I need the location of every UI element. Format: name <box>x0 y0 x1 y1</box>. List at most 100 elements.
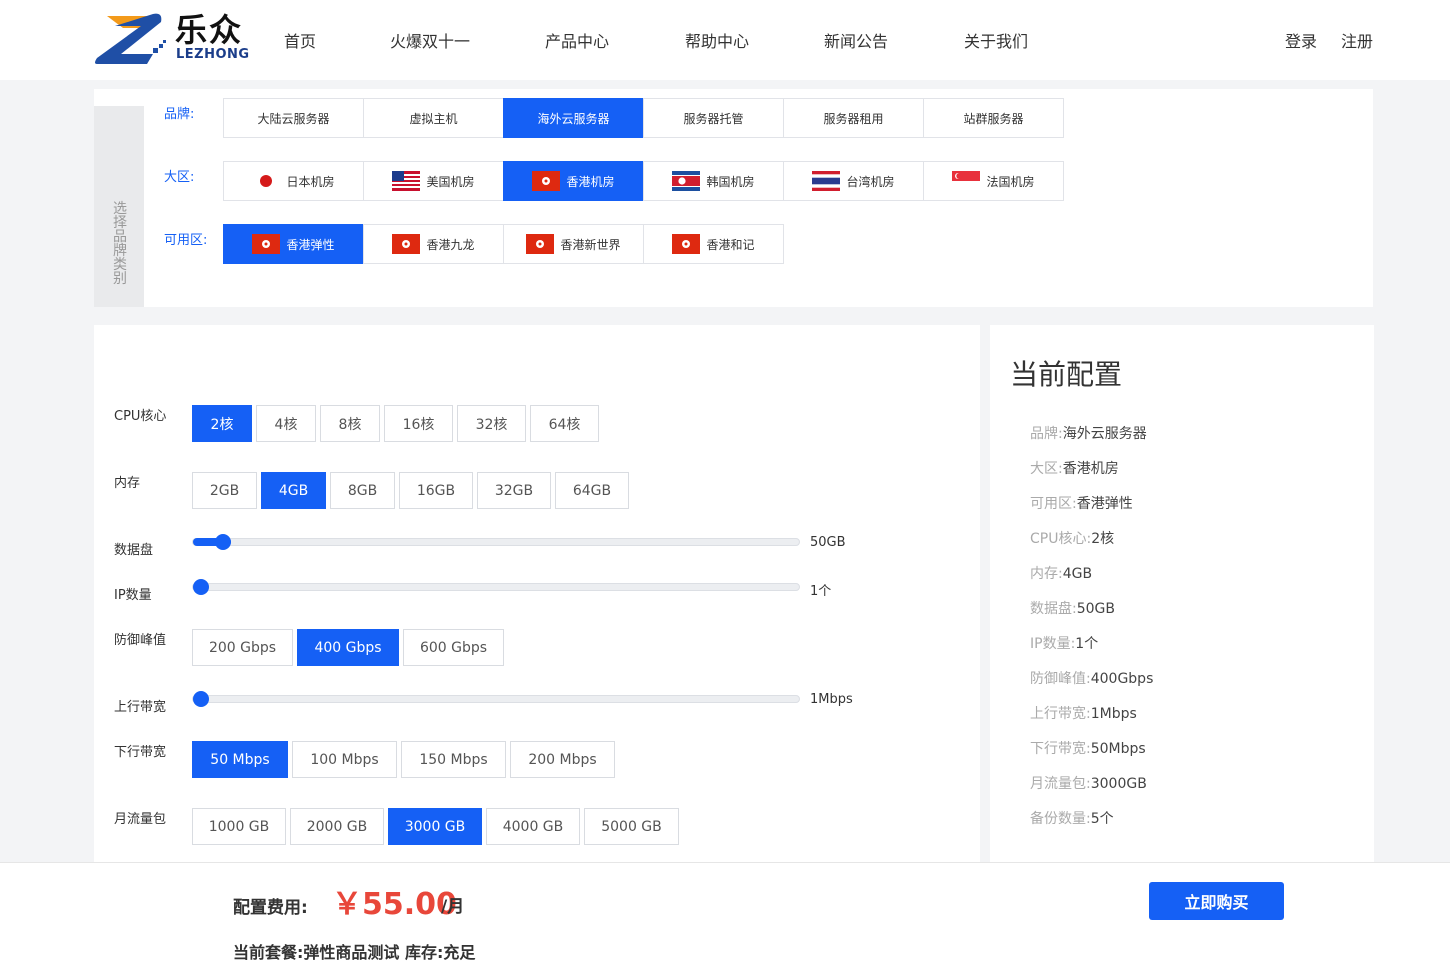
memory-option[interactable]: 4GB <box>261 472 326 509</box>
defense-option[interactable]: 600 Gbps <box>403 629 504 666</box>
region-option[interactable]: 日本机房 <box>223 161 364 201</box>
zone-option[interactable]: 香港新世界 <box>503 224 644 264</box>
nav-news[interactable]: 新闻公告 <box>824 28 888 52</box>
brand-option[interactable]: 服务器租用 <box>783 98 924 138</box>
cpu-option[interactable]: 2核 <box>192 405 252 442</box>
summary-key: 内存: <box>1030 566 1063 582</box>
region-option[interactable]: 香港机房 <box>503 161 644 201</box>
summary-key: 下行带宽: <box>1030 741 1091 757</box>
memory-label: 内存 <box>114 476 141 491</box>
disk-value: 50GB <box>810 535 846 550</box>
brand-option[interactable]: 服务器托管 <box>643 98 784 138</box>
jp-flag-icon <box>252 171 281 191</box>
brand-label: 品牌: <box>164 107 195 122</box>
disk-label: 数据盘 <box>114 543 154 558</box>
traffic-option[interactable]: 5000 GB <box>584 808 679 845</box>
region-option[interactable]: 法国机房 <box>923 161 1064 201</box>
zone-options: 香港弹性 香港九龙 香港新世界 香港和记 <box>223 224 784 264</box>
memory-option[interactable]: 8GB <box>330 472 395 509</box>
region-option[interactable]: 台湾机房 <box>783 161 924 201</box>
nav-products[interactable]: 产品中心 <box>545 28 609 52</box>
region-option-label: 日本机房 <box>286 174 335 189</box>
summary-key: 月流量包: <box>1030 776 1091 792</box>
zone-option[interactable]: 香港弹性 <box>223 224 364 264</box>
brand-option[interactable]: 海外云服务器 <box>503 98 644 138</box>
memory-option[interactable]: 64GB <box>555 472 629 509</box>
disk-slider-thumb[interactable] <box>215 534 231 550</box>
current-config-panel: 当前配置 品牌:海外云服务器 大区:香港机房 可用区:香港弹性 CPU核心:2核… <box>990 325 1374 865</box>
region-option-label: 韩国机房 <box>706 174 755 189</box>
ip-slider-thumb[interactable] <box>193 579 209 595</box>
th-flag-icon <box>812 171 841 191</box>
download-label: 下行带宽 <box>114 745 167 760</box>
cpu-options: 2核 4核 8核 16核 32核 64核 <box>192 405 603 442</box>
nav-help[interactable]: 帮助中心 <box>685 28 749 52</box>
defense-option[interactable]: 400 Gbps <box>297 629 399 666</box>
summary-key: 备份数量: <box>1030 811 1091 827</box>
summary-value: 1Mbps <box>1090 706 1137 722</box>
summary-value: 香港弹性 <box>1076 496 1133 512</box>
cpu-option[interactable]: 8核 <box>320 405 380 442</box>
cpu-option[interactable]: 4核 <box>256 405 316 442</box>
region-option[interactable]: 美国机房 <box>363 161 504 201</box>
disk-slider[interactable] <box>192 534 800 550</box>
region-options: 日本机房 美国机房 香港机房 韩国机房 台湾机房 法国机房 <box>223 161 1064 201</box>
zone-option[interactable]: 香港和记 <box>643 224 784 264</box>
zone-option-label: 香港和记 <box>706 237 755 252</box>
summary-value: 3000GB <box>1090 776 1147 792</box>
summary-value: 香港机房 <box>1062 461 1119 477</box>
memory-option[interactable]: 16GB <box>399 472 473 509</box>
nav-double-eleven[interactable]: 火爆双十一 <box>390 28 470 52</box>
download-option[interactable]: 150 Mbps <box>401 741 506 778</box>
cpu-option[interactable]: 64核 <box>530 405 599 442</box>
summary-row: 上行带宽:1Mbps <box>1030 703 1137 723</box>
ip-slider[interactable] <box>192 579 800 595</box>
hk-flag-icon <box>252 234 281 254</box>
download-option[interactable]: 200 Mbps <box>510 741 615 778</box>
traffic-option[interactable]: 1000 GB <box>192 808 286 845</box>
zone-option-label: 香港新世界 <box>560 237 621 252</box>
login-link[interactable]: 登录 <box>1285 28 1317 52</box>
brand-option[interactable]: 虚拟主机 <box>363 98 504 138</box>
defense-option[interactable]: 200 Gbps <box>192 629 293 666</box>
region-option[interactable]: 韩国机房 <box>643 161 784 201</box>
cpu-label: CPU核心 <box>114 409 167 424</box>
zone-label: 可用区: <box>164 233 208 248</box>
defense-label: 防御峰值 <box>114 633 167 648</box>
summary-key: 大区: <box>1030 461 1063 477</box>
summary-key: IP数量: <box>1030 636 1076 652</box>
download-options: 50 Mbps 100 Mbps 150 Mbps 200 Mbps <box>192 741 619 778</box>
traffic-option[interactable]: 3000 GB <box>388 808 482 845</box>
buy-now-button[interactable]: 立即购买 <box>1149 882 1284 920</box>
hk-flag-icon <box>526 234 555 254</box>
traffic-option[interactable]: 4000 GB <box>486 808 580 845</box>
summary-value: 海外云服务器 <box>1062 426 1147 442</box>
download-option[interactable]: 50 Mbps <box>192 741 288 778</box>
upload-slider[interactable] <box>192 691 800 707</box>
price-bar: 配置费用: ￥55.00 /月 当前套餐:弹性商品测试 库存:充足 立即购买 <box>0 862 1450 961</box>
memory-option[interactable]: 32GB <box>477 472 551 509</box>
zone-option[interactable]: 香港九龙 <box>363 224 504 264</box>
download-option[interactable]: 100 Mbps <box>292 741 397 778</box>
summary-key: 防御峰值: <box>1030 671 1091 687</box>
upload-slider-thumb[interactable] <box>193 691 209 707</box>
brand-options: 大陆云服务器 虚拟主机 海外云服务器 服务器托管 服务器租用 站群服务器 <box>223 98 1064 138</box>
summary-row: 大区:香港机房 <box>1030 458 1119 478</box>
brand-option[interactable]: 大陆云服务器 <box>223 98 364 138</box>
summary-value: 50GB <box>1076 601 1115 617</box>
summary-key: 品牌: <box>1030 426 1063 442</box>
cpu-option[interactable]: 16核 <box>384 405 453 442</box>
summary-value: 50Mbps <box>1090 741 1146 757</box>
memory-option[interactable]: 2GB <box>192 472 257 509</box>
fee-unit: /月 <box>441 897 465 917</box>
nav-home[interactable]: 首页 <box>284 28 316 52</box>
summary-value: 5个 <box>1090 811 1114 827</box>
summary-row: CPU核心:2核 <box>1030 528 1114 548</box>
nav-about[interactable]: 关于我们 <box>964 28 1028 52</box>
cpu-option[interactable]: 32核 <box>457 405 526 442</box>
traffic-option[interactable]: 2000 GB <box>290 808 384 845</box>
category-side-label: 选择品牌类别 <box>113 201 127 287</box>
brand-option[interactable]: 站群服务器 <box>923 98 1064 138</box>
category-side-tab: 选择品牌类别 <box>94 106 144 307</box>
register-link[interactable]: 注册 <box>1341 28 1373 52</box>
